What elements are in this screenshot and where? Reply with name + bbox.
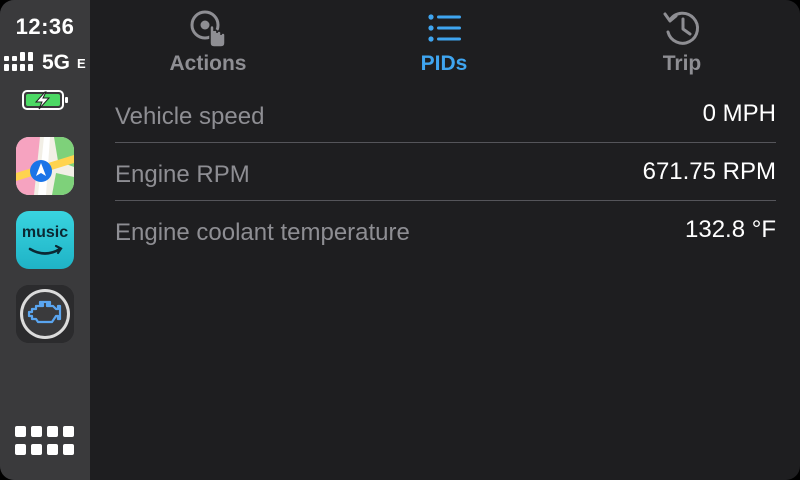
pid-value: 671.75 RPM	[642, 158, 776, 185]
maps-icon	[16, 137, 74, 195]
network-type: 5G	[42, 51, 71, 74]
history-icon	[663, 11, 700, 45]
pid-row-vehicle-speed[interactable]: Vehicle speed 0 MPH	[115, 85, 776, 143]
tab-trip-label: Trip	[662, 52, 702, 75]
amazon-smile-icon	[28, 244, 63, 255]
tab-actions-label: Actions	[169, 52, 247, 75]
carplay-sidebar: 12:36 5G E music	[0, 0, 90, 480]
tab-trip[interactable]: Trip	[564, 0, 800, 84]
list-icon	[428, 14, 461, 42]
pid-name: Vehicle speed	[115, 103, 265, 130]
network-suffix: E	[77, 56, 86, 71]
pid-value: 0 MPH	[702, 100, 776, 127]
obd-app-icon[interactable]	[16, 285, 74, 343]
tab-pids[interactable]: PIDs	[326, 0, 562, 84]
tap-action-icon	[190, 10, 226, 48]
signal-strength-icon	[4, 52, 33, 71]
app-grid-icon[interactable]	[15, 426, 75, 456]
pid-value: 132.8 °F	[685, 216, 776, 243]
pid-row-engine-rpm[interactable]: Engine RPM 671.75 RPM	[115, 143, 776, 201]
check-engine-icon	[16, 285, 74, 343]
carplay-screen: 12:36 5G E music Actions PIDs Trip Vehic…	[0, 0, 800, 480]
cellular-status: 5G E	[4, 50, 90, 76]
tab-pids-label: PIDs	[420, 52, 468, 75]
maps-app-icon[interactable]	[16, 137, 74, 195]
pid-name: Engine RPM	[115, 161, 250, 188]
tab-bar: Actions PIDs Trip	[90, 0, 800, 84]
battery-charging-icon	[22, 90, 68, 110]
status-time: 12:36	[15, 14, 75, 39]
tab-actions[interactable]: Actions	[90, 0, 326, 84]
pid-row-engine-coolant-temperature[interactable]: Engine coolant temperature 132.8 °F	[115, 201, 776, 281]
amazon-music-app-icon[interactable]: music	[16, 211, 74, 269]
pid-list: Vehicle speed 0 MPH Engine RPM 671.75 RP…	[115, 85, 776, 281]
pid-name: Engine coolant temperature	[115, 219, 410, 246]
